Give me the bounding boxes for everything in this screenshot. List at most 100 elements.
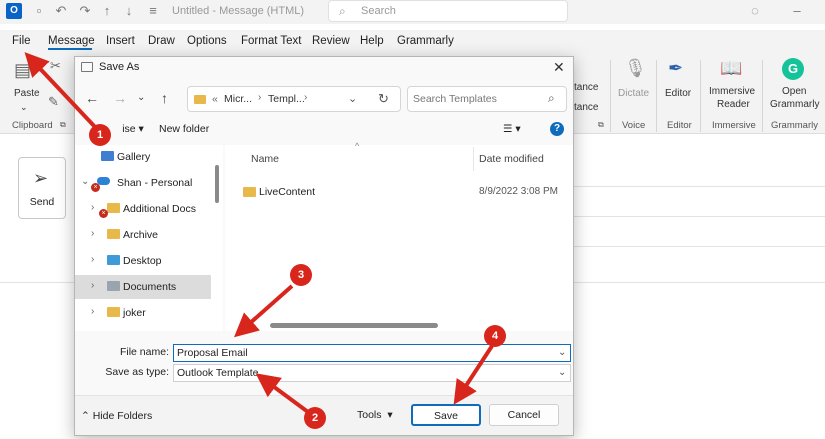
view-options-icon[interactable]: ☰ ▾ bbox=[503, 123, 521, 135]
menu-review[interactable]: Review bbox=[312, 35, 350, 47]
help-icon[interactable]: ? bbox=[550, 122, 564, 136]
file-list: ^ Name Date modified LiveContent 8/9/202… bbox=[225, 141, 573, 331]
sort-ascending-icon: ^ bbox=[355, 141, 360, 151]
paste-icon[interactable]: ▤ bbox=[14, 60, 31, 81]
file-row[interactable]: LiveContent 8/9/2022 3:08 PM bbox=[241, 183, 561, 203]
send-button[interactable]: ➢ Send bbox=[18, 157, 66, 219]
editor-button-label[interactable]: Editor bbox=[665, 88, 691, 99]
menu-message[interactable]: Message bbox=[48, 35, 95, 47]
clipboard-launcher-icon[interactable]: ⧉ bbox=[60, 120, 66, 130]
ribbon-partial-bottom[interactable]: tance bbox=[574, 102, 598, 113]
search-templates-input[interactable]: Search Templates ⌕ bbox=[407, 86, 567, 112]
tree-item-documents[interactable]: › Documents bbox=[75, 275, 211, 299]
chevron-right-icon[interactable]: › bbox=[91, 254, 94, 265]
tree-item-desktop[interactable]: › Desktop bbox=[75, 249, 211, 273]
immersive-reader-icon[interactable]: 📖 bbox=[720, 58, 742, 79]
column-divider[interactable] bbox=[473, 147, 474, 171]
ribbon-partial-top[interactable]: tance bbox=[574, 82, 598, 93]
tools-label: Tools bbox=[357, 409, 382, 421]
tree-item-additional-docs[interactable]: › × Additional Docs bbox=[75, 197, 211, 221]
annotation-badge-1: 1 bbox=[89, 124, 111, 146]
tree-item-shan-personal[interactable]: ⌄ × Shan - Personal bbox=[75, 171, 211, 195]
editor-pen-icon[interactable]: ✒ bbox=[668, 58, 683, 79]
chevron-right-icon[interactable]: › bbox=[91, 306, 94, 317]
tree-item-joker[interactable]: › joker bbox=[75, 301, 211, 325]
hide-folders-label: Hide Folders bbox=[92, 410, 153, 422]
menu-format-text[interactable]: Format Text bbox=[241, 35, 302, 47]
chevron-down-icon[interactable]: ⌄ bbox=[558, 347, 566, 358]
save-as-type-select[interactable]: Outlook Template ⌄ bbox=[173, 364, 571, 382]
breadcrumb-microsoft[interactable]: Micr... bbox=[224, 93, 252, 105]
hide-folders-button[interactable]: ⌃ Hide Folders bbox=[81, 410, 152, 422]
microphone-icon[interactable]: 🎙 bbox=[624, 58, 647, 79]
close-icon[interactable]: ✕ bbox=[553, 59, 565, 76]
tree-item-archive[interactable]: › Archive bbox=[75, 223, 211, 247]
recent-locations-chevron-icon[interactable]: ⌄ bbox=[137, 92, 145, 103]
menu-options[interactable]: Options bbox=[187, 35, 227, 47]
menu-help[interactable]: Help bbox=[360, 35, 384, 47]
save-as-type-value: Outlook Template bbox=[177, 367, 259, 379]
chevron-right-icon[interactable]: › bbox=[91, 280, 94, 291]
menu-grammarly[interactable]: Grammarly bbox=[397, 35, 454, 47]
immersive-group-label: Immersive bbox=[712, 120, 756, 131]
save-icon[interactable]: ▫ bbox=[32, 4, 46, 18]
chevron-right-icon[interactable]: › bbox=[91, 202, 94, 213]
paste-dropdown-icon[interactable]: ⌄ bbox=[20, 102, 28, 113]
tree-item-label: Archive bbox=[123, 229, 159, 241]
folder-icon bbox=[243, 187, 256, 197]
undo-icon[interactable]: ↶ bbox=[54, 4, 68, 18]
immersive-button-label-1[interactable]: Immersive bbox=[709, 86, 755, 97]
column-header-name[interactable]: Name bbox=[251, 153, 279, 165]
paste-button-label[interactable]: Paste bbox=[14, 88, 40, 99]
menu-insert[interactable]: Insert bbox=[106, 35, 135, 47]
horizontal-scrollbar[interactable] bbox=[270, 323, 438, 328]
up-arrow-icon[interactable]: ↑ bbox=[100, 4, 114, 18]
send-button-label: Send bbox=[29, 196, 55, 208]
chevron-right-icon[interactable]: › bbox=[91, 228, 94, 239]
search-placeholder: Search bbox=[361, 5, 396, 17]
dialog-title-bar: Save As ✕ bbox=[75, 57, 573, 79]
back-arrow-icon[interactable]: ← bbox=[85, 90, 99, 106]
cc-line bbox=[574, 216, 825, 217]
breadcrumb-overflow[interactable]: « bbox=[212, 93, 218, 105]
folder-icon bbox=[107, 203, 120, 213]
address-dropdown-icon[interactable]: ⌄ bbox=[348, 92, 357, 105]
redo-icon[interactable]: ↷ bbox=[78, 4, 92, 18]
down-arrow-icon[interactable]: ↓ bbox=[122, 4, 136, 18]
chevron-down-icon[interactable]: ⌄ bbox=[81, 176, 89, 187]
up-folder-arrow-icon[interactable]: ↑ bbox=[161, 90, 168, 106]
grammarly-button-label-1[interactable]: Open bbox=[782, 86, 806, 97]
immersive-button-label-2[interactable]: Reader bbox=[717, 99, 750, 110]
tree-item-label: Desktop bbox=[123, 255, 162, 267]
dictate-button-label[interactable]: Dictate bbox=[618, 88, 649, 99]
refresh-icon[interactable]: ↻ bbox=[378, 91, 389, 107]
column-header-date-modified[interactable]: Date modified bbox=[479, 153, 544, 165]
breadcrumb-separator-icon: › bbox=[304, 92, 308, 103]
search-box[interactable]: ⌕ Search bbox=[328, 0, 568, 22]
subject-line bbox=[574, 246, 825, 247]
group-launcher-icon[interactable]: ⧉ bbox=[598, 120, 604, 130]
breadcrumb-templates[interactable]: Templ... bbox=[268, 93, 305, 105]
cut-icon[interactable]: ✂ bbox=[50, 58, 61, 74]
grammarly-icon[interactable]: G bbox=[782, 58, 804, 80]
address-bar[interactable]: « Micr... › Templ... › ⌄ ↻ bbox=[187, 86, 401, 112]
search-icon: ⌕ bbox=[339, 4, 346, 18]
customize-toolbar-icon[interactable]: ≡ bbox=[146, 4, 160, 18]
forward-arrow-icon[interactable]: → bbox=[113, 90, 127, 106]
cancel-button[interactable]: Cancel bbox=[489, 404, 559, 426]
tools-button[interactable]: Tools ▾ bbox=[357, 409, 393, 421]
sync-error-icon: × bbox=[91, 183, 100, 192]
navigation-scrollbar[interactable] bbox=[215, 165, 219, 203]
send-icon: ➢ bbox=[33, 168, 49, 188]
format-painter-icon[interactable]: ✎ bbox=[48, 94, 59, 110]
file-name-input[interactable]: Proposal Email ⌄ bbox=[173, 344, 571, 362]
tree-item-gallery[interactable]: Gallery bbox=[75, 145, 211, 169]
grammarly-button-label-2[interactable]: Grammarly bbox=[770, 99, 819, 110]
menu-draw[interactable]: Draw bbox=[148, 35, 175, 47]
minimize-icon[interactable]: – bbox=[790, 4, 804, 18]
chevron-down-icon[interactable]: ⌄ bbox=[558, 367, 566, 378]
menu-file[interactable]: File bbox=[12, 35, 31, 47]
save-button[interactable]: Save bbox=[411, 404, 481, 426]
lightbulb-icon[interactable]: ◌ bbox=[748, 4, 762, 18]
new-folder-button[interactable]: New folder bbox=[159, 123, 209, 135]
